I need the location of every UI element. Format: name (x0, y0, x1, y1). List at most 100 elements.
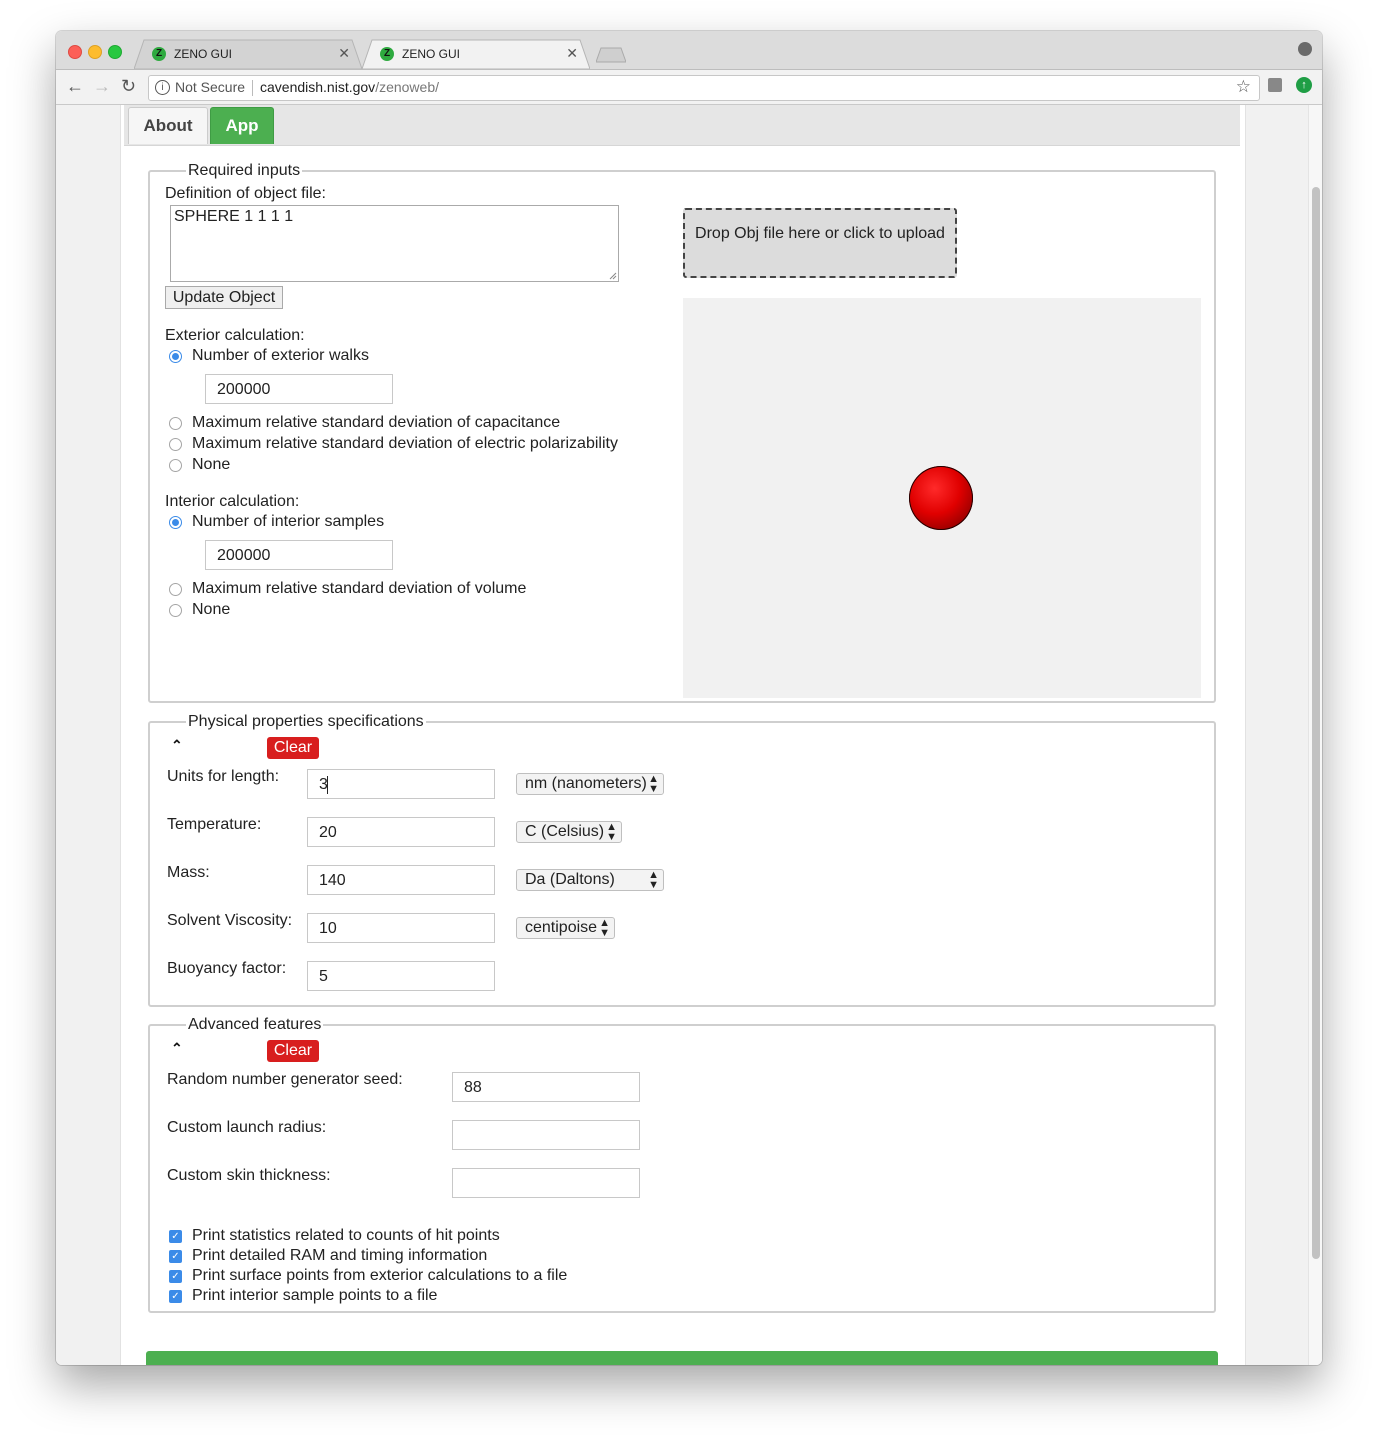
bookmark-star-icon[interactable]: ☆ (1236, 77, 1251, 97)
interior-points-checkbox[interactable]: ✓ (169, 1290, 182, 1303)
seed-input[interactable]: 88 (452, 1072, 640, 1102)
exterior-none-label: None (192, 456, 231, 473)
minimize-window-button[interactable] (88, 45, 102, 59)
hit-points-checkbox[interactable]: ✓ (169, 1230, 182, 1243)
page-scrollbar[interactable] (1308, 105, 1322, 1365)
page-tab-bar: About App (124, 105, 1240, 146)
surface-points-checkbox[interactable]: ✓ (169, 1270, 182, 1283)
zoom-window-button[interactable] (108, 45, 122, 59)
text-cursor (327, 776, 328, 794)
exterior-capacitance-label: Maximum relative standard deviation of c… (192, 414, 561, 431)
select-arrows-icon: ▲ ▼ (606, 821, 617, 843)
exterior-walks-value: 200000 (217, 381, 271, 398)
advanced-features-legend: Advanced features (188, 1016, 322, 1033)
zeno-favicon-icon: Z (380, 47, 394, 61)
close-tab-icon[interactable]: ✕ (338, 45, 350, 62)
temperature-unit-value: C (Celsius) (525, 823, 605, 840)
skin-thickness-input[interactable] (452, 1168, 640, 1198)
collapse-chevron-up-icon[interactable]: ⌃ (171, 1040, 183, 1057)
page-viewport: About App Required inputs Definition of … (56, 105, 1322, 1365)
interior-volume-radio[interactable] (169, 583, 182, 596)
tab-title: ZENO GUI (174, 47, 233, 61)
new-tab-button[interactable] (596, 47, 626, 63)
url-host: cavendish.nist.gov (260, 79, 376, 95)
page-content: About App Required inputs Definition of … (120, 105, 1246, 1365)
obj-file-dropzone[interactable]: Drop Obj file here or click to upload (683, 208, 957, 278)
object-file-textarea[interactable]: SPHERE 1 1 1 1 (170, 205, 619, 282)
scrollbar-thumb[interactable] (1312, 187, 1320, 1259)
resize-grip-icon[interactable] (609, 272, 617, 280)
exterior-calculation-label: Exterior calculation: (165, 327, 305, 344)
address-bar[interactable]: i Not Secure cavendish.nist.gov/zenoweb/… (148, 75, 1260, 101)
interior-samples-value: 200000 (217, 547, 271, 564)
back-arrow-icon[interactable]: ← (66, 76, 84, 97)
length-units-input[interactable]: 3 (307, 769, 495, 799)
physical-clear-button[interactable]: Clear (267, 737, 319, 759)
url-path: /zenoweb/ (375, 79, 440, 95)
submit-button[interactable] (146, 1351, 1218, 1365)
update-arrow-icon[interactable]: ↑ (1296, 77, 1312, 93)
browser-tab-2-active[interactable]: Z ZENO GUI ✕ (362, 39, 590, 69)
interior-none-label: None (192, 601, 231, 618)
exterior-polarizability-label: Maximum relative standard deviation of e… (192, 435, 618, 452)
object-3d-viewer[interactable] (683, 298, 1201, 698)
tab-strip: Z ZENO GUI ✕ Z ZENO GUI ✕ (56, 31, 1322, 70)
extension-icon[interactable] (1268, 78, 1282, 92)
interior-samples-label: Number of interior samples (192, 513, 385, 530)
interior-samples-radio[interactable] (169, 516, 182, 529)
advanced-clear-button[interactable]: Clear (267, 1040, 319, 1062)
close-tab-icon[interactable]: ✕ (566, 45, 578, 62)
required-inputs-legend: Required inputs (188, 162, 301, 179)
viscosity-input[interactable]: 10 (307, 913, 495, 943)
exterior-polarizability-radio[interactable] (169, 438, 182, 451)
close-window-button[interactable] (68, 45, 82, 59)
security-label: Not Secure (175, 79, 246, 95)
exterior-capacitance-radio[interactable] (169, 417, 182, 430)
update-object-button[interactable]: Update Object (165, 286, 283, 309)
info-icon[interactable]: i (155, 80, 170, 95)
forward-arrow-icon[interactable]: → (93, 76, 111, 97)
mass-value: 140 (319, 872, 346, 889)
interior-samples-input[interactable]: 200000 (205, 540, 393, 570)
select-arrows-icon: ▲ ▼ (599, 917, 610, 939)
object-file-text: SPHERE 1 1 1 1 (174, 208, 294, 225)
collapse-chevron-up-icon[interactable]: ⌃ (171, 737, 183, 754)
mass-label: Mass: (167, 864, 210, 881)
physical-properties-legend: Physical properties specifications (188, 713, 424, 730)
seed-label: Random number generator seed: (167, 1071, 403, 1088)
tab-app[interactable]: App (210, 107, 274, 144)
interior-volume-label: Maximum relative standard deviation of v… (192, 580, 527, 597)
select-arrows-icon: ▲ ▼ (648, 869, 659, 891)
buoyancy-label: Buoyancy factor: (167, 960, 287, 977)
sphere-model (909, 466, 973, 530)
buoyancy-input[interactable]: 5 (307, 961, 495, 991)
launch-radius-input[interactable] (452, 1120, 640, 1150)
skin-thickness-label: Custom skin thickness: (167, 1167, 331, 1184)
exterior-walks-input[interactable]: 200000 (205, 374, 393, 404)
reload-icon[interactable]: ↻ (121, 76, 136, 97)
seed-value: 88 (464, 1079, 482, 1096)
exterior-none-radio[interactable] (169, 459, 182, 472)
ram-timing-checkbox[interactable]: ✓ (169, 1250, 182, 1263)
zeno-favicon-icon: Z (152, 47, 166, 61)
browser-tab-1[interactable]: Z ZENO GUI ✕ (134, 39, 362, 69)
hit-points-label: Print statistics related to counts of hi… (192, 1227, 500, 1244)
buoyancy-value: 5 (319, 968, 328, 985)
browser-window: Z ZENO GUI ✕ Z ZENO GUI ✕ ← → ↻ i Not Se… (56, 31, 1322, 1365)
mass-unit-select[interactable]: Da (Daltons) ▲ ▼ (516, 869, 664, 891)
mass-unit-value: Da (Daltons) (525, 871, 615, 888)
exterior-walks-radio[interactable] (169, 350, 182, 363)
viscosity-unit-select[interactable]: centipoise ▲ ▼ (516, 917, 615, 939)
length-units-label: Units for length: (167, 768, 280, 785)
mass-input[interactable]: 140 (307, 865, 495, 895)
profile-icon[interactable] (1298, 42, 1312, 56)
tab-title: ZENO GUI (402, 47, 461, 61)
surface-points-label: Print surface points from exterior calcu… (192, 1267, 568, 1284)
temperature-input[interactable]: 20 (307, 817, 495, 847)
tab-about[interactable]: About (128, 107, 208, 144)
temperature-unit-select[interactable]: C (Celsius) ▲ ▼ (516, 821, 622, 843)
length-unit-select[interactable]: nm (nanometers) ▲ ▼ (516, 773, 664, 795)
interior-none-radio[interactable] (169, 604, 182, 617)
viscosity-unit-value: centipoise (525, 919, 598, 936)
interior-calculation-label: Interior calculation: (165, 493, 300, 510)
